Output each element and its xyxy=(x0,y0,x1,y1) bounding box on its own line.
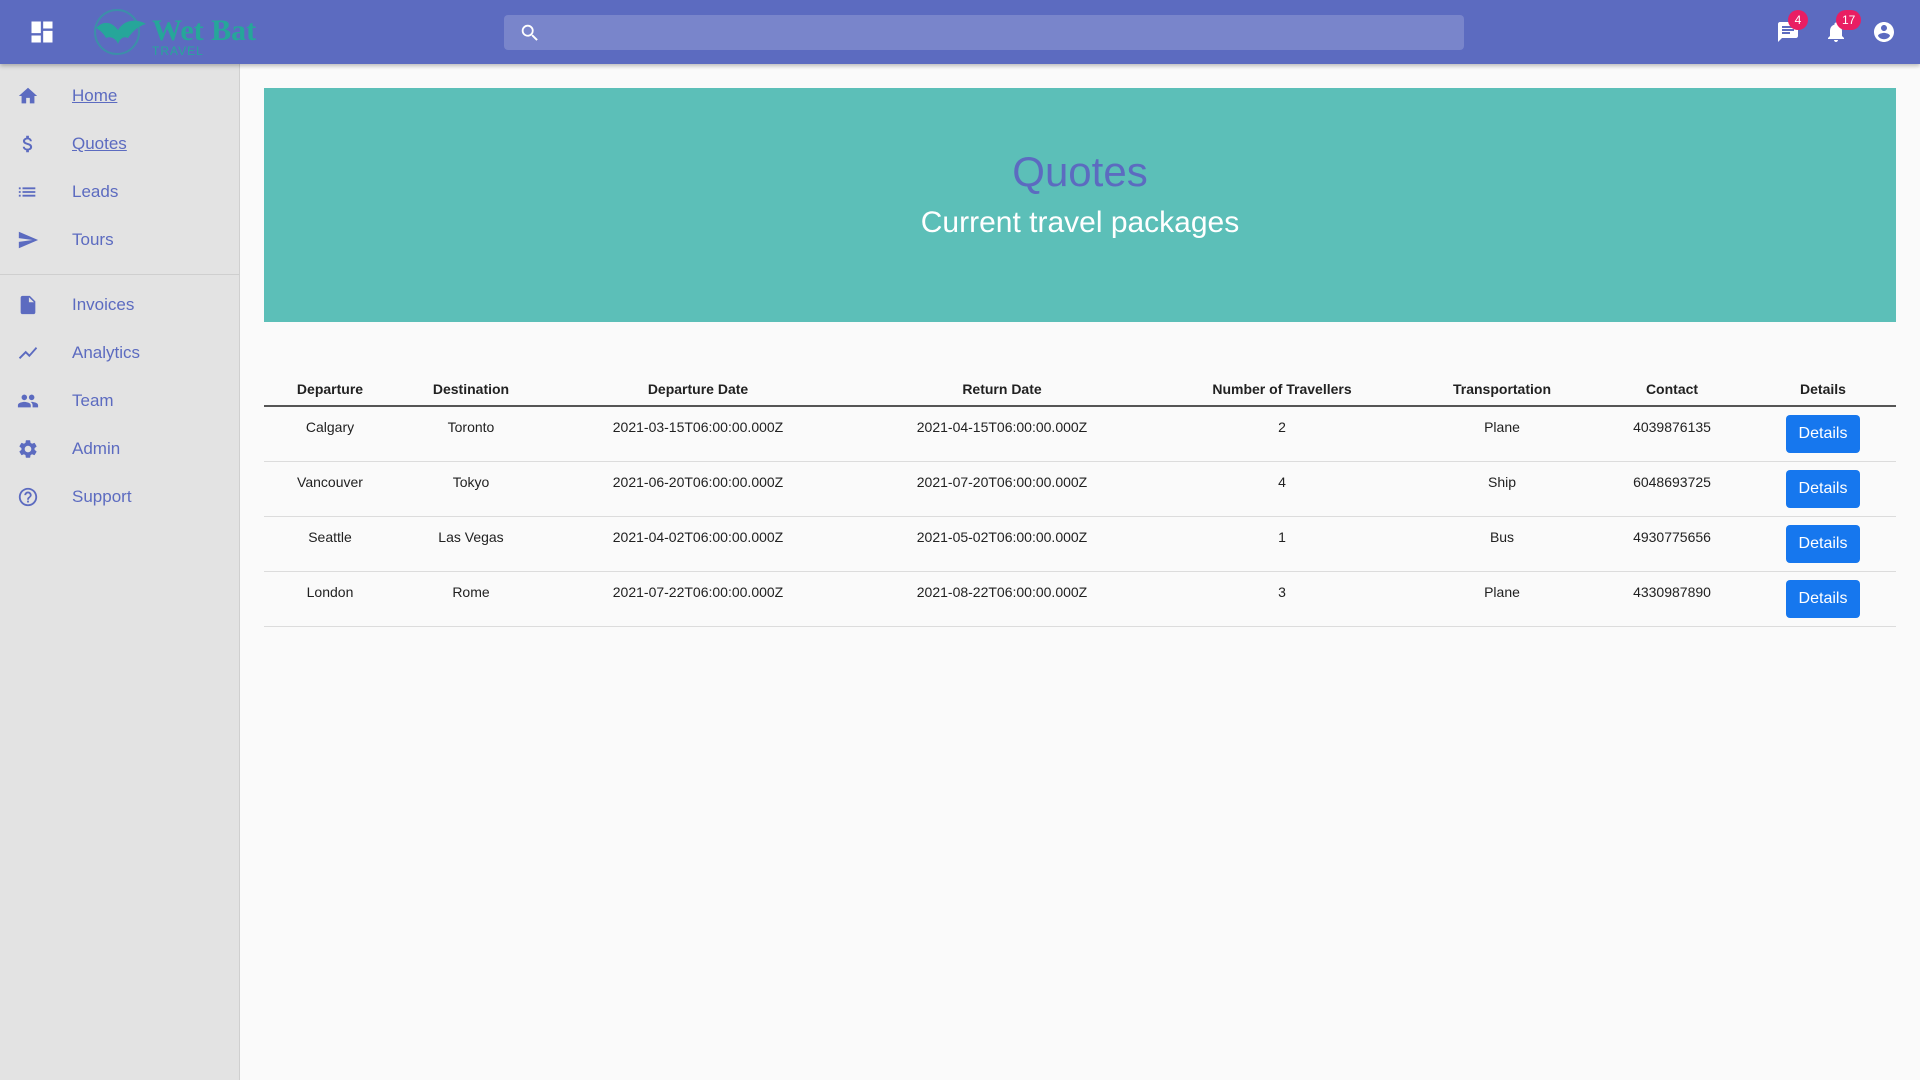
cell-destination: Tokyo xyxy=(396,461,546,517)
column-header-contact[interactable]: Contact xyxy=(1594,372,1750,407)
cell-transportation: Ship xyxy=(1410,461,1594,517)
cell-travellers: 2 xyxy=(1154,406,1410,462)
sidebar-item-admin[interactable]: Admin xyxy=(0,425,240,473)
account-circle-icon xyxy=(1874,22,1894,42)
sidebar-item-team[interactable]: Team xyxy=(0,377,240,425)
page-title: Quotes xyxy=(1012,148,1148,195)
quotes-table: Departure Destination Departure Date Ret… xyxy=(264,372,1896,627)
send-icon xyxy=(16,228,40,252)
sidebar-item-label: Home xyxy=(72,86,118,105)
sidebar-item-label: Leads xyxy=(72,182,119,201)
cell-contact: 4039876135 xyxy=(1594,406,1750,462)
cell-destination: Rome xyxy=(396,571,546,627)
people-icon xyxy=(16,389,40,413)
cell-departure: Calgary xyxy=(264,406,396,462)
cell-contact: 4330987890 xyxy=(1594,571,1750,627)
sidebar-item-label: Invoices xyxy=(72,295,135,314)
account-button[interactable] xyxy=(1868,16,1900,48)
column-header-departure-date[interactable]: Departure Date xyxy=(546,372,850,407)
quotes-table-container: Departure Destination Departure Date Ret… xyxy=(264,372,1896,627)
column-header-departure[interactable]: Departure xyxy=(264,372,396,407)
details-button[interactable]: Details xyxy=(1786,415,1860,453)
search-bar[interactable] xyxy=(504,15,1464,50)
column-header-travellers[interactable]: Number of Travellers xyxy=(1154,372,1410,407)
cell-details: Details xyxy=(1750,516,1896,572)
cell-return-date: 2021-05-02T06:00:00.000Z xyxy=(850,516,1154,572)
app-bar: Wet Bat TRAVEL 4 17 xyxy=(0,0,1920,64)
cell-return-date: 2021-07-20T06:00:00.000Z xyxy=(850,461,1154,517)
column-header-return-date[interactable]: Return Date xyxy=(850,372,1154,407)
cell-transportation: Plane xyxy=(1410,571,1594,627)
sidebar-item-label: Team xyxy=(72,391,114,410)
table-row: Vancouver Tokyo 2021-06-20T06:00:00.000Z… xyxy=(264,461,1896,517)
sidebar-item-support[interactable]: Support xyxy=(0,473,240,521)
notifications-badge: 17 xyxy=(1836,10,1862,30)
sidebar-item-leads[interactable]: Leads xyxy=(0,168,240,216)
messages-badge: 4 xyxy=(1788,10,1808,30)
table-row: London Rome 2021-07-22T06:00:00.000Z 202… xyxy=(264,571,1896,627)
cell-departure: Vancouver xyxy=(264,461,396,517)
sidebar-item-home[interactable]: Home xyxy=(0,72,240,120)
cell-transportation: Bus xyxy=(1410,516,1594,572)
search-input[interactable] xyxy=(550,15,1464,50)
cell-contact: 4930775656 xyxy=(1594,516,1750,572)
cell-departure: London xyxy=(264,571,396,627)
list-icon xyxy=(16,180,40,204)
cell-destination: Las Vegas xyxy=(396,516,546,572)
brand-logo[interactable]: Wet Bat TRAVEL xyxy=(90,6,270,58)
page-subtitle: Current travel packages xyxy=(920,206,1240,239)
hero-banner: Quotes Current travel packages xyxy=(264,88,1896,322)
sidebar-item-label: Analytics xyxy=(72,343,141,362)
cell-return-date: 2021-08-22T06:00:00.000Z xyxy=(850,571,1154,627)
dollar-icon xyxy=(16,132,40,156)
sidebar-divider xyxy=(0,274,240,275)
sidebar-item-label: Admin xyxy=(72,439,121,458)
table-row: Seattle Las Vegas 2021-04-02T06:00:00.00… xyxy=(264,516,1896,572)
cell-departure-date: 2021-04-02T06:00:00.000Z xyxy=(546,516,850,572)
cell-departure-date: 2021-03-15T06:00:00.000Z xyxy=(546,406,850,462)
cell-destination: Toronto xyxy=(396,406,546,462)
cell-contact: 6048693725 xyxy=(1594,461,1750,517)
messages-button[interactable]: 4 xyxy=(1772,10,1808,48)
cell-departure-date: 2021-07-22T06:00:00.000Z xyxy=(546,571,850,627)
sidebar-item-label: Quotes xyxy=(72,134,127,153)
cell-details: Details xyxy=(1750,406,1896,462)
cell-departure-date: 2021-06-20T06:00:00.000Z xyxy=(546,461,850,517)
home-icon xyxy=(16,84,40,108)
cell-travellers: 1 xyxy=(1154,516,1410,572)
cell-details: Details xyxy=(1750,461,1896,517)
document-icon xyxy=(16,293,40,317)
sidebar-item-analytics[interactable]: Analytics xyxy=(0,329,240,377)
details-button[interactable]: Details xyxy=(1786,579,1860,618)
gear-icon xyxy=(16,437,40,461)
cell-travellers: 4 xyxy=(1154,461,1410,517)
table-row: Calgary Toronto 2021-03-15T06:00:00.000Z… xyxy=(264,406,1896,462)
details-button[interactable]: Details xyxy=(1786,469,1860,508)
cell-transportation: Plane xyxy=(1410,406,1594,462)
brand-subtitle: TRAVEL xyxy=(152,44,204,58)
cell-departure: Seattle xyxy=(264,516,396,572)
cell-details: Details xyxy=(1750,571,1896,627)
sidebar-item-label: Support xyxy=(72,487,132,506)
cell-travellers: 3 xyxy=(1154,571,1410,627)
sidebar-item-label: Tours xyxy=(72,230,114,249)
search-icon xyxy=(510,15,550,50)
table-header-row: Departure Destination Departure Date Ret… xyxy=(264,372,1896,407)
bat-logo-icon xyxy=(94,9,146,55)
sidebar-item-tours[interactable]: Tours xyxy=(0,216,240,264)
details-button[interactable]: Details xyxy=(1786,524,1860,563)
brand-name: Wet Bat xyxy=(152,14,257,47)
cell-return-date: 2021-04-15T06:00:00.000Z xyxy=(850,406,1154,462)
sidebar-item-quotes[interactable]: Quotes xyxy=(0,120,240,168)
column-header-transportation[interactable]: Transportation xyxy=(1410,372,1594,407)
sidebar-item-invoices[interactable]: Invoices xyxy=(0,281,240,329)
column-header-destination[interactable]: Destination xyxy=(396,372,546,407)
trending-icon xyxy=(16,341,40,365)
sidebar: Home Quotes Leads Tours Invoices Analyti… xyxy=(0,64,240,1080)
help-icon xyxy=(16,485,40,509)
dashboard-icon xyxy=(31,21,53,43)
column-header-details[interactable]: Details xyxy=(1750,372,1896,407)
notifications-button[interactable]: 17 xyxy=(1820,10,1862,48)
dashboard-menu-button[interactable] xyxy=(22,16,62,48)
